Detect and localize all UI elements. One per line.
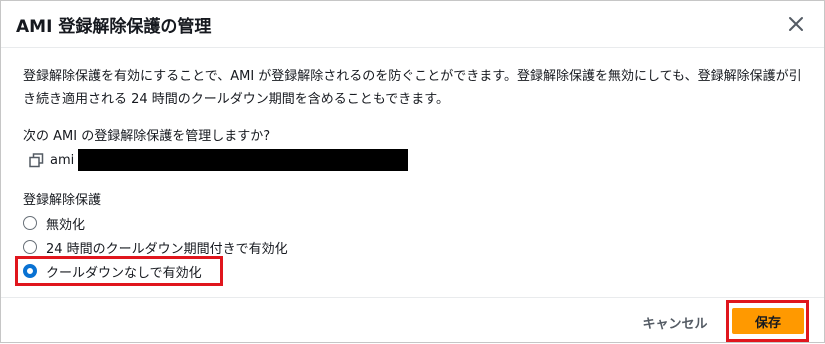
dialog-title: AMI 登録解除保護の管理 <box>16 17 212 37</box>
manage-deregistration-protection-dialog: AMI 登録解除保護の管理 登録解除保護を有効にすることで、AMI が登録解除さ… <box>0 0 825 343</box>
dialog-description: 登録解除保護を有効にすることで、AMI が登録解除されるのを防ぐことができます。… <box>23 69 802 107</box>
ami-id-prefix: ami <box>50 152 75 168</box>
radio-button[interactable] <box>23 240 37 254</box>
radio-label: 24 時間のクールダウン期間付きで有効化 <box>46 241 288 257</box>
ami-id-redacted <box>78 149 409 171</box>
highlight-box-radio <box>15 256 223 286</box>
close-icon[interactable] <box>785 13 807 35</box>
radio-label: 無効化 <box>46 217 86 233</box>
dialog-header: AMI 登録解除保護の管理 <box>1 1 824 48</box>
ami-question: 次の AMI の登録解除保護を管理しますか? <box>23 129 271 144</box>
ami-id-row: ami <box>29 149 409 171</box>
radio-option-enable-with-cooldown[interactable]: 24 時間のクールダウン期間付きで有効化 <box>23 237 288 257</box>
radio-option-disable[interactable]: 無効化 <box>23 213 85 233</box>
radio-button[interactable] <box>23 216 37 230</box>
radio-group-label: 登録解除保護 <box>23 193 102 208</box>
cancel-button[interactable]: キャンセル <box>633 308 717 336</box>
highlight-box-save <box>726 300 809 342</box>
copy-icon[interactable] <box>29 152 44 168</box>
